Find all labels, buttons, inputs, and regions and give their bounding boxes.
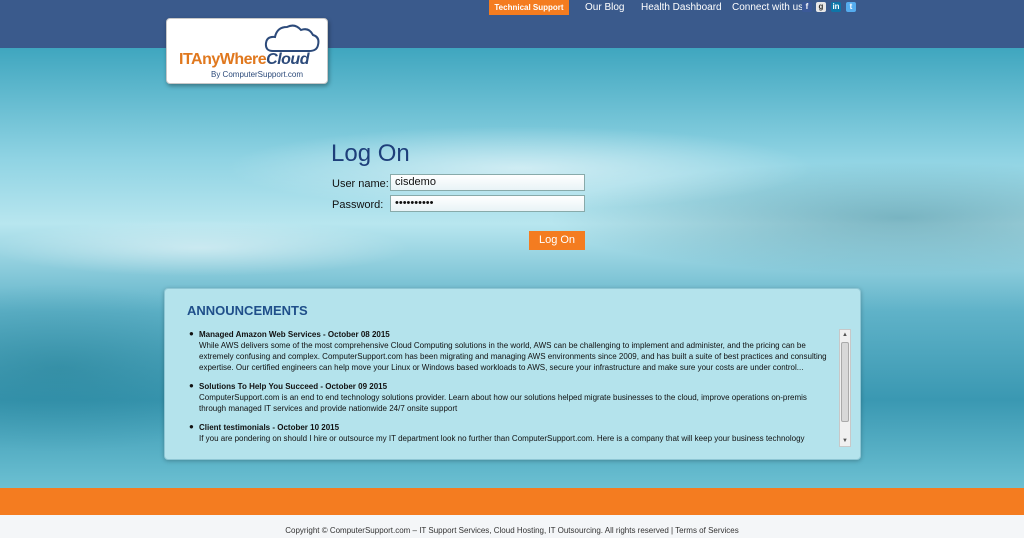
google-icon[interactable]: g	[816, 2, 826, 12]
scroll-thumb[interactable]	[841, 342, 849, 422]
announcement-body: If you are pondering on should I hire or…	[199, 434, 805, 443]
username-label: User name:	[332, 178, 389, 190]
bullet-icon: ●	[189, 381, 194, 390]
facebook-icon[interactable]: f	[802, 2, 812, 12]
announcements-panel: ANNOUNCEMENTS ● Managed Amazon Web Servi…	[164, 288, 861, 460]
announcement-body: ComputerSupport.com is an end to end tec…	[199, 393, 807, 413]
connect-with-us-label: Connect with us	[732, 2, 804, 13]
logo-subtitle: By ComputerSupport.com	[211, 70, 304, 79]
announcements-list[interactable]: ● Managed Amazon Web Services - October …	[187, 329, 831, 447]
list-item: ● Managed Amazon Web Services - October …	[187, 329, 831, 373]
list-item: ● Client testimonials - October 10 2015 …	[187, 422, 831, 444]
our-blog-link[interactable]: Our Blog	[585, 2, 624, 13]
scroll-down-icon[interactable]: ▼	[840, 436, 850, 446]
announcements-title: ANNOUNCEMENTS	[187, 303, 308, 318]
technical-support-button[interactable]: Technical Support	[489, 0, 569, 15]
announcement-title: Solutions To Help You Succeed - October …	[199, 382, 388, 391]
announcements-scrollbar[interactable]: ▲ ▼	[839, 329, 851, 447]
site-logo[interactable]: ITAnyWhereCloud By ComputerSupport.com	[166, 18, 328, 84]
password-label: Password:	[332, 199, 384, 211]
scroll-up-icon[interactable]: ▲	[840, 330, 850, 340]
announcement-title: Managed Amazon Web Services - October 08…	[199, 330, 390, 339]
health-dashboard-link[interactable]: Health Dashboard	[641, 2, 722, 13]
top-navigation-bar: Technical Support Our Blog Health Dashbo…	[0, 0, 1024, 48]
announcement-title: Client testimonials - October 10 2015	[199, 423, 340, 432]
log-on-button[interactable]: Log On	[529, 231, 585, 250]
password-input[interactable]: ••••••••••	[390, 195, 585, 212]
bullet-icon: ●	[189, 329, 194, 338]
bullet-icon: ●	[189, 422, 194, 431]
cloud-icon	[264, 24, 320, 52]
logo-name: ITAnyWhereCloud	[179, 51, 309, 68]
username-input[interactable]: cisdemo	[390, 174, 585, 191]
footer-text: Copyright © ComputerSupport.com – IT Sup…	[0, 515, 1024, 538]
linkedin-icon[interactable]: in	[831, 2, 841, 12]
footer-band	[0, 488, 1024, 515]
list-item: ● Solutions To Help You Succeed - Octobe…	[187, 381, 831, 414]
announcement-body: While AWS delivers some of the most comp…	[199, 341, 827, 372]
page-title: Log On	[331, 140, 410, 167]
twitter-icon[interactable]: t	[846, 2, 856, 12]
